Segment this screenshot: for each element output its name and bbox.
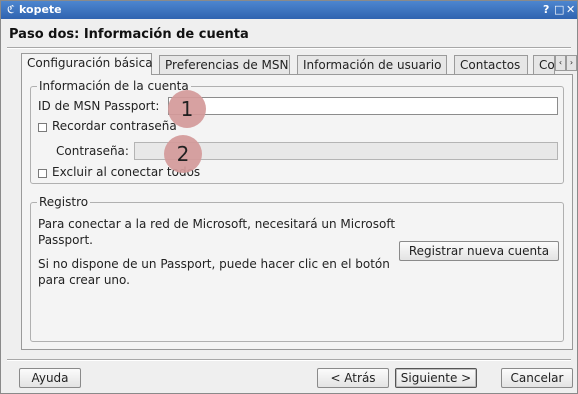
tab-contacts[interactable]: Contactos [454, 55, 528, 74]
tab-scroll-right-icon[interactable]: › [566, 55, 577, 71]
passport-input[interactable] [168, 97, 558, 115]
account-info-title: Información de la cuenta [37, 79, 191, 93]
passport-label: ID de MSN Passport: [38, 99, 160, 113]
tab-scroll-left-icon[interactable]: ‹ [555, 55, 566, 71]
header-divider [7, 47, 571, 49]
exclude-checkbox[interactable] [38, 169, 47, 178]
cancel-button[interactable]: Cancelar [501, 368, 573, 388]
password-label: Contraseña: [56, 144, 129, 158]
help-button[interactable]: Ayuda [19, 368, 81, 388]
tab-msn-preferences[interactable]: Preferencias de MSN [159, 55, 290, 74]
registration-info-text: Para conectar a la red de Microsoft, nec… [38, 217, 396, 247]
next-button[interactable]: Siguiente > [395, 368, 477, 388]
close-icon[interactable]: ✕ [566, 3, 575, 16]
wizard-window: ℭ kopete ? □ ✕ Paso dos: Información de … [0, 0, 578, 394]
tab-basic-config[interactable]: Configuración básica [21, 53, 153, 75]
registration-group: Registro Para conectar a la red de Micro… [30, 195, 564, 342]
title-bar[interactable]: ℭ kopete ? □ ✕ [1, 1, 577, 19]
callout-1: 1 [168, 90, 206, 128]
tab-overflow[interactable]: Co [533, 55, 555, 74]
register-account-button[interactable]: Registrar nueva cuenta [399, 241, 559, 261]
page-title: Paso dos: Información de cuenta [9, 27, 249, 42]
footer-divider [7, 359, 571, 361]
window-title: kopete [19, 3, 62, 16]
registration-title: Registro [37, 195, 91, 209]
tab-user-info[interactable]: Información de usuario [297, 55, 447, 74]
remember-password-checkbox[interactable] [38, 123, 47, 132]
back-button[interactable]: < Atrás [317, 368, 389, 388]
callout-2: 2 [164, 135, 202, 173]
maximize-icon[interactable]: □ [554, 3, 564, 16]
tab-panel: Información de la cuenta ID de MSN Passp… [21, 74, 573, 350]
account-info-group: Información de la cuenta ID de MSN Passp… [30, 79, 564, 184]
remember-password-label[interactable]: Recordar contraseña [52, 119, 177, 133]
help-icon[interactable]: ? [543, 3, 549, 16]
registration-hint-text: Si no dispone de un Passport, puede hace… [38, 257, 390, 287]
kopete-icon: ℭ [7, 3, 15, 16]
